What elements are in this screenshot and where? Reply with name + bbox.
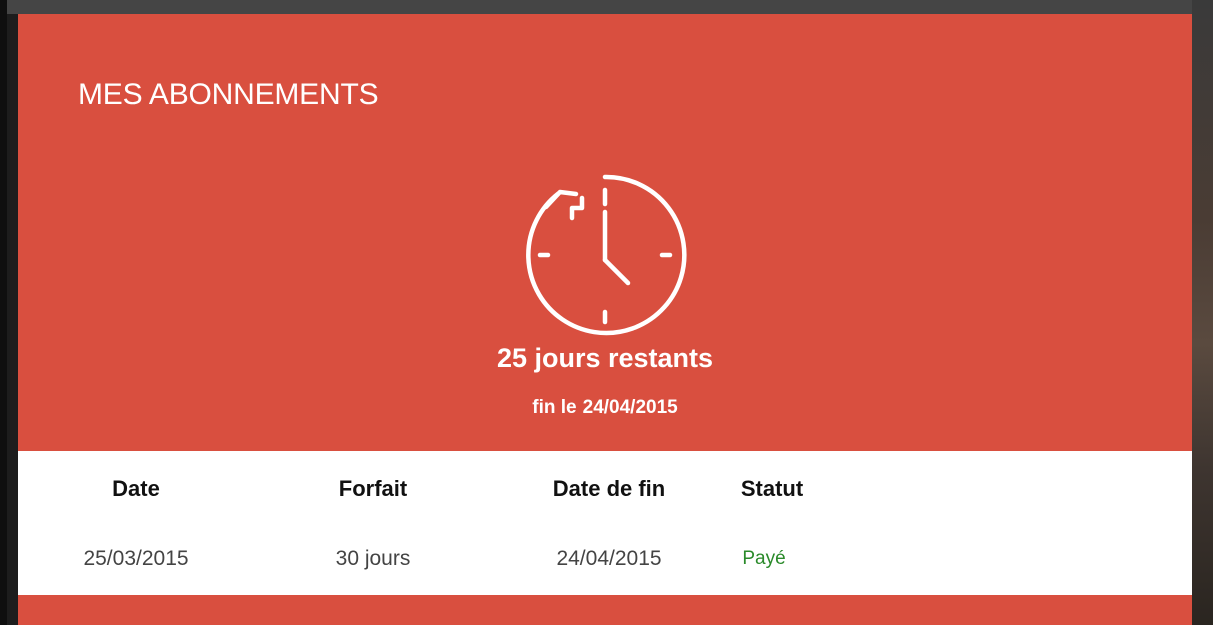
backdrop-left — [0, 0, 7, 625]
column-header-date: Date — [112, 476, 160, 501]
column-header-plan: Forfait — [338, 476, 408, 501]
column-header-status: Statut — [740, 476, 804, 501]
row-end-date: 24/04/2015 — [556, 547, 662, 570]
backdrop-right — [1192, 0, 1213, 625]
column-header-end-date: Date de fin — [552, 476, 666, 501]
days-remaining-label: 25 jours restants — [496, 343, 714, 373]
subscription-end-date: fin le 24/04/2015 — [18, 397, 1192, 419]
subscriptions-table: Date Forfait Date de fin Statut 25/03/20… — [18, 451, 1192, 595]
page-title: MES ABONNEMENTS — [78, 78, 379, 111]
status-badge: Payé — [742, 548, 786, 569]
clock-renew-icon — [526, 174, 687, 336]
row-plan: 30 jours — [335, 547, 411, 570]
row-date: 25/03/2015 — [83, 547, 189, 570]
end-date-prefix: fin le — [532, 397, 577, 418]
end-date-value: 24/04/2015 — [582, 397, 678, 418]
backdrop-top — [0, 0, 1213, 14]
subscriptions-panel: MES ABONNEMENTS 25 jours restants fin le… — [18, 14, 1192, 625]
